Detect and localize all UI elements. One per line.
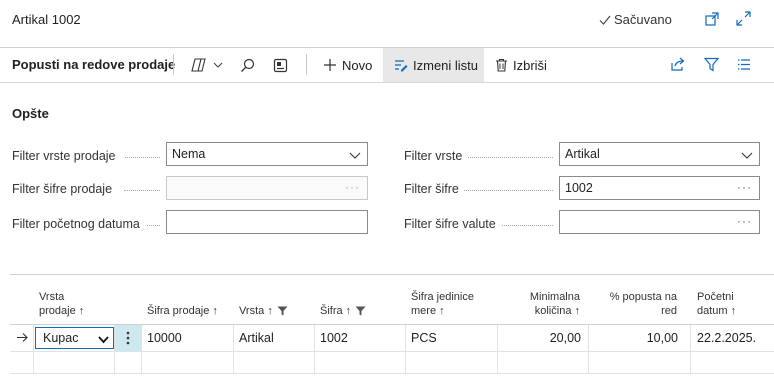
- start-date-filter-field[interactable]: [166, 210, 368, 234]
- edit-list-icon: [394, 58, 408, 72]
- column-header-line: % popusta na: [609, 291, 677, 303]
- column-header-label: Šifra ↑: [320, 305, 352, 317]
- search-icon: [240, 58, 255, 73]
- label-leader-dots: [125, 155, 160, 158]
- plus-icon: [323, 58, 337, 72]
- new-button[interactable]: Novo: [323, 48, 372, 82]
- discount-cell[interactable]: 10,00: [596, 325, 678, 351]
- code-filter-field[interactable]: 1002 ···: [559, 176, 760, 200]
- column-header-line: količina ↑: [534, 305, 580, 317]
- label-leader-dots: [147, 223, 160, 226]
- label-leader-dots: [502, 223, 553, 226]
- label-leader-dots: [464, 188, 553, 191]
- filter-icon[interactable]: [704, 57, 719, 72]
- sales-code-filter-label: Filter šifre prodaje: [12, 182, 113, 196]
- trash-icon: [495, 58, 508, 72]
- column-header-uom[interactable]: Šifra jedinice mere ↑: [411, 290, 474, 318]
- currency-filter-field[interactable]: ···: [559, 210, 760, 234]
- sales-type-value: Kupac: [43, 331, 79, 345]
- toolbar-separator: [306, 54, 307, 75]
- delete-button[interactable]: Izbriši: [495, 48, 547, 82]
- saved-status: Sačuvano: [599, 12, 672, 27]
- search-button[interactable]: [240, 48, 255, 82]
- type-filter-select[interactable]: Artikal: [559, 142, 760, 166]
- column-header-label: Vrsta ↑: [239, 305, 273, 317]
- row-arrow-icon: [16, 332, 29, 343]
- chevron-down-icon: [741, 149, 753, 163]
- checkmark-icon: [599, 14, 611, 26]
- column-header-type[interactable]: Vrsta ↑: [239, 304, 288, 318]
- funnel-icon: [277, 306, 288, 316]
- column-header-line: Početni: [697, 291, 734, 303]
- chevron-down-icon: [213, 61, 223, 69]
- row-actions-button[interactable]: [115, 325, 141, 351]
- column-header-line: Vrsta: [39, 291, 65, 303]
- type-filter-value: Artikal: [565, 147, 600, 161]
- fullscreen-icon[interactable]: [736, 11, 751, 26]
- code-cell[interactable]: 1002: [320, 325, 348, 351]
- funnel-icon: [355, 306, 366, 316]
- code-filter-value: 1002: [565, 181, 593, 195]
- type-filter-label: Filter vrste: [404, 149, 463, 163]
- row-bottom-border: [10, 373, 774, 374]
- currency-filter-label: Filter šifre valute: [404, 217, 496, 231]
- column-header-sales-code[interactable]: Šifra prodaje ↑: [147, 304, 218, 318]
- label-leader-dots: [124, 188, 160, 191]
- start-date-filter-label: Filter početnog datuma: [12, 217, 140, 231]
- edit-list-button[interactable]: Izmeni listu: [383, 48, 484, 82]
- personalize-button[interactable]: [273, 48, 288, 82]
- column-header-line: datum ↑: [697, 305, 737, 317]
- delete-label: Izbriši: [513, 57, 547, 73]
- copilot-icon: [190, 57, 208, 73]
- min-qty-cell[interactable]: 20,00: [500, 325, 581, 351]
- toolbar-title: Popusti na redove prodaje: [12, 57, 176, 72]
- sales-code-filter-field[interactable]: ···: [166, 176, 368, 200]
- column-header-line: Šifra jedinice: [411, 291, 474, 303]
- ellipsis-icon: ···: [737, 214, 752, 228]
- uom-cell[interactable]: PCS: [411, 325, 437, 351]
- expand-out-icon[interactable]: [705, 12, 719, 26]
- personalize-icon: [273, 58, 288, 73]
- column-header-line: Minimalna: [529, 291, 580, 303]
- edit-list-label: Izmeni listu: [413, 57, 479, 73]
- toolbar-separator: [173, 54, 174, 75]
- column-header-sales-type[interactable]: Vrsta prodaje ↑: [39, 290, 84, 318]
- column-header-line: mere ↑: [411, 305, 445, 317]
- start-date-cell[interactable]: 22.2.2025.: [697, 325, 756, 351]
- saved-label: Sačuvano: [614, 12, 672, 27]
- column-header-line: red: [661, 305, 677, 317]
- column-header-start-date[interactable]: Početni datum ↑: [697, 290, 736, 318]
- ellipsis-icon: ···: [345, 180, 360, 194]
- vertical-ellipsis-icon: [126, 331, 130, 345]
- new-label: Novo: [342, 57, 373, 73]
- sales-code-cell[interactable]: 10000: [147, 325, 182, 351]
- chevron-down-icon: [98, 333, 109, 347]
- column-header-line: prodaje ↑: [39, 305, 85, 317]
- sales-type-filter-label: Filter vrste prodaje: [12, 149, 116, 163]
- list-view-icon[interactable]: [737, 58, 751, 71]
- chevron-down-icon: [349, 149, 361, 163]
- type-cell[interactable]: Artikal: [239, 325, 274, 351]
- column-header-code[interactable]: Šifra ↑: [320, 304, 366, 318]
- sales-type-filter-value: Nema: [172, 147, 206, 161]
- column-header-min-qty[interactable]: Minimalna količina ↑: [500, 290, 580, 318]
- toolbar-divider: [0, 82, 774, 83]
- section-title: Opšte: [12, 106, 49, 121]
- copilot-button[interactable]: [190, 48, 223, 82]
- column-header-discount[interactable]: % popusta na red: [596, 290, 677, 318]
- code-filter-label: Filter šifre: [404, 182, 459, 196]
- table-top-border: [10, 274, 774, 275]
- label-leader-dots: [468, 155, 553, 158]
- share-icon[interactable]: [670, 57, 686, 72]
- sales-type-filter-select[interactable]: Nema: [166, 142, 368, 166]
- table-row-empty[interactable]: [10, 352, 774, 373]
- ellipsis-icon: ···: [737, 180, 752, 194]
- page-title: Artikal 1002: [12, 12, 81, 27]
- sales-type-select[interactable]: Kupac: [35, 327, 114, 349]
